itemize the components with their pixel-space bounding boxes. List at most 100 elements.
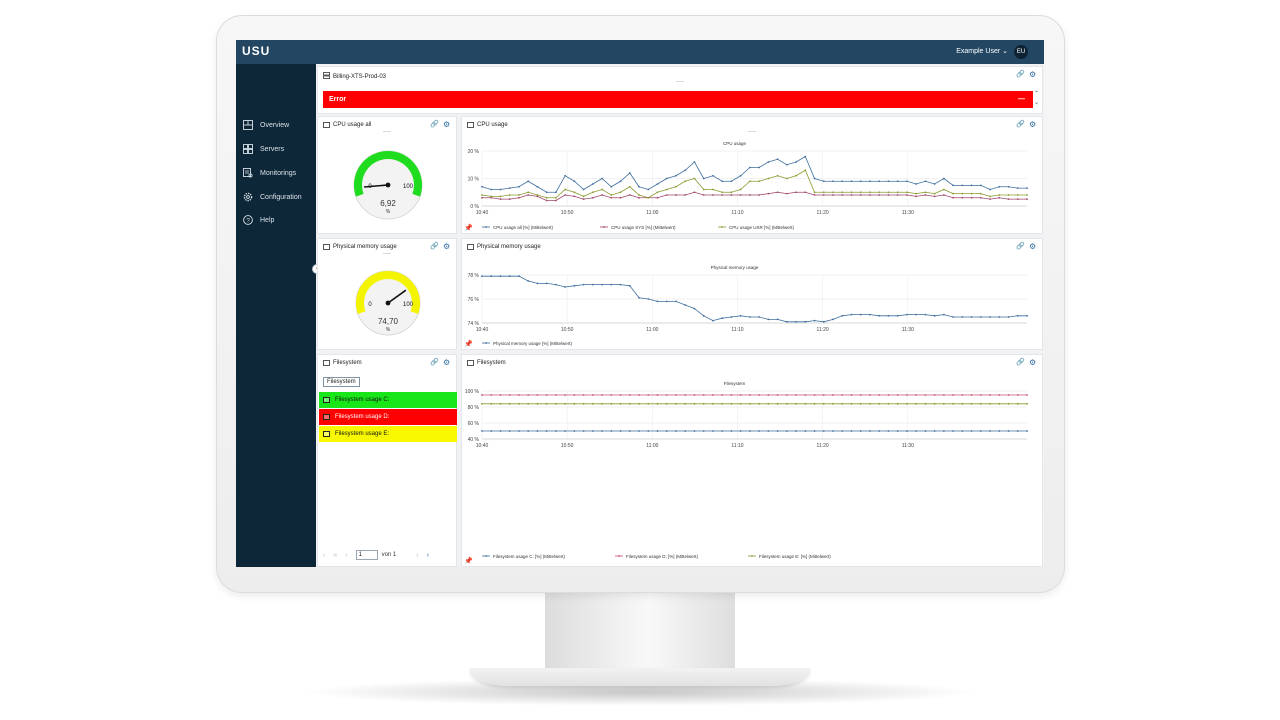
chevron-up-icon[interactable]: ⌃ <box>1034 90 1039 99</box>
data-point <box>490 275 493 278</box>
data-point <box>767 161 770 163</box>
data-point <box>638 402 640 405</box>
avatar[interactable]: EU <box>1014 45 1028 59</box>
filesystem-usage-chart: 40 %60 %80 %100 %10:40 10:50 11:00 11:10 11:… <box>465 381 1028 559</box>
drag-handle[interactable] <box>383 131 391 132</box>
data-point <box>998 402 1001 405</box>
legend-label: CPU usage USR [%] (Mittelwert) <box>729 225 795 230</box>
data-point <box>970 192 973 195</box>
gear-icon <box>243 192 253 202</box>
gauge-value: 6,92 <box>380 199 396 208</box>
data-point <box>906 402 908 405</box>
cpu-usage-chart: 0 %10 %20 %10:40 10:50 11:00 11:10 11:20 11:3… <box>468 141 1028 230</box>
list-item[interactable]: Filesystem usage C: <box>319 392 457 408</box>
data-point <box>887 194 890 196</box>
data-point <box>1026 430 1028 432</box>
pin-icon[interactable]: 📌 <box>464 224 473 232</box>
gear-icon[interactable]: ⚙ <box>443 359 451 367</box>
sidebar-item-help[interactable]: ? Help <box>243 213 274 227</box>
chevron-down-icon[interactable]: ⌄ <box>1034 99 1039 108</box>
drag-handle[interactable] <box>676 81 684 82</box>
data-point <box>665 188 668 191</box>
link-icon[interactable]: 🔗 <box>430 243 439 251</box>
data-point <box>989 402 991 405</box>
data-point <box>739 188 742 191</box>
gear-icon[interactable]: ⚙ <box>1029 121 1037 129</box>
data-point <box>942 394 945 396</box>
link-icon[interactable]: 🔗 <box>430 359 439 367</box>
drag-handle[interactable] <box>748 131 756 132</box>
gear-icon[interactable]: ⚙ <box>1029 243 1037 251</box>
data-point <box>748 166 751 169</box>
data-point <box>545 394 548 396</box>
data-point <box>721 394 724 396</box>
data-point <box>702 194 705 196</box>
sidebar-item-configuration[interactable]: Configuration <box>243 190 302 204</box>
minimize-icon[interactable]: — <box>1018 96 1025 103</box>
data-point <box>767 177 770 180</box>
error-label: Error <box>329 96 347 103</box>
link-icon[interactable]: 🔗 <box>1016 359 1025 367</box>
panel-tools: 🔗 ⚙ <box>430 121 451 129</box>
panel-tools: 🔗 ⚙ <box>430 243 451 251</box>
prev-page-icon[interactable]: ‹ <box>345 552 347 559</box>
data-point <box>508 430 511 432</box>
app-logo[interactable]: USU <box>242 44 270 58</box>
scroll-arrows[interactable]: ⌃ ⌄ <box>1034 90 1039 108</box>
data-point <box>758 194 761 196</box>
data-point <box>591 430 594 432</box>
chevron-right-icon[interactable]: › <box>427 552 429 559</box>
chevron-left-icon[interactable]: ‹ <box>323 552 325 559</box>
data-point <box>499 195 502 198</box>
data-point <box>942 177 945 180</box>
gear-icon[interactable]: ⚙ <box>1029 71 1037 79</box>
server-icon <box>323 72 330 81</box>
data-point <box>979 394 982 396</box>
x-tick-label: 11:30 <box>902 327 914 333</box>
link-icon[interactable]: 🔗 <box>1016 71 1025 79</box>
data-point <box>1016 402 1019 405</box>
link-icon[interactable]: 🔗 <box>430 121 439 129</box>
data-point <box>536 194 539 196</box>
data-point <box>730 316 733 318</box>
page-input[interactable]: 1 <box>355 550 378 560</box>
pin-icon[interactable]: 📌 <box>464 557 473 565</box>
data-point <box>721 191 724 194</box>
data-point <box>822 194 825 196</box>
data-point <box>675 185 677 188</box>
next-page-icon[interactable]: › <box>416 552 418 559</box>
data-point <box>554 191 557 194</box>
pin-icon[interactable]: 📌 <box>464 340 473 348</box>
sidebar-item-monitorings[interactable]: Monitorings <box>243 166 296 180</box>
data-point <box>961 394 964 396</box>
data-point <box>795 394 797 396</box>
data-point <box>850 191 853 194</box>
list-item[interactable]: Filesystem usage D: <box>319 409 457 425</box>
y-tick-label: 76 % <box>468 297 480 303</box>
gear-icon[interactable]: ⚙ <box>1029 359 1037 367</box>
link-icon[interactable]: 🔗 <box>1016 243 1025 251</box>
data-point <box>924 402 927 405</box>
link-icon[interactable]: 🔗 <box>1016 121 1025 129</box>
panel-title: Filesystem <box>467 360 506 366</box>
gear-icon[interactable]: ⚙ <box>443 121 451 129</box>
data-point <box>795 430 797 432</box>
pagination: ‹ « ‹ 1 von 1 › › <box>323 550 429 560</box>
sidebar-item-overview[interactable]: Overview <box>243 118 289 132</box>
data-point <box>795 320 797 323</box>
list-item[interactable]: Filesystem usage E: <box>319 426 457 442</box>
sidebar-item-servers[interactable]: Servers <box>243 142 284 156</box>
sidebar-item-label: Configuration <box>260 193 302 201</box>
drag-handle[interactable] <box>383 253 391 254</box>
user-menu[interactable]: Example User ⌄ <box>956 47 1008 55</box>
error-banner[interactable]: Error — <box>323 91 1033 108</box>
data-point <box>527 402 530 405</box>
first-page-icon[interactable]: « <box>333 552 337 559</box>
data-point <box>1016 430 1019 432</box>
data-point <box>850 180 853 183</box>
data-point <box>859 191 862 194</box>
gear-icon[interactable]: ⚙ <box>443 243 451 251</box>
filesystem-filter-tag[interactable]: Filesystem <box>323 377 360 387</box>
data-point <box>481 196 483 199</box>
x-tick-label: 11:00 <box>646 327 658 333</box>
